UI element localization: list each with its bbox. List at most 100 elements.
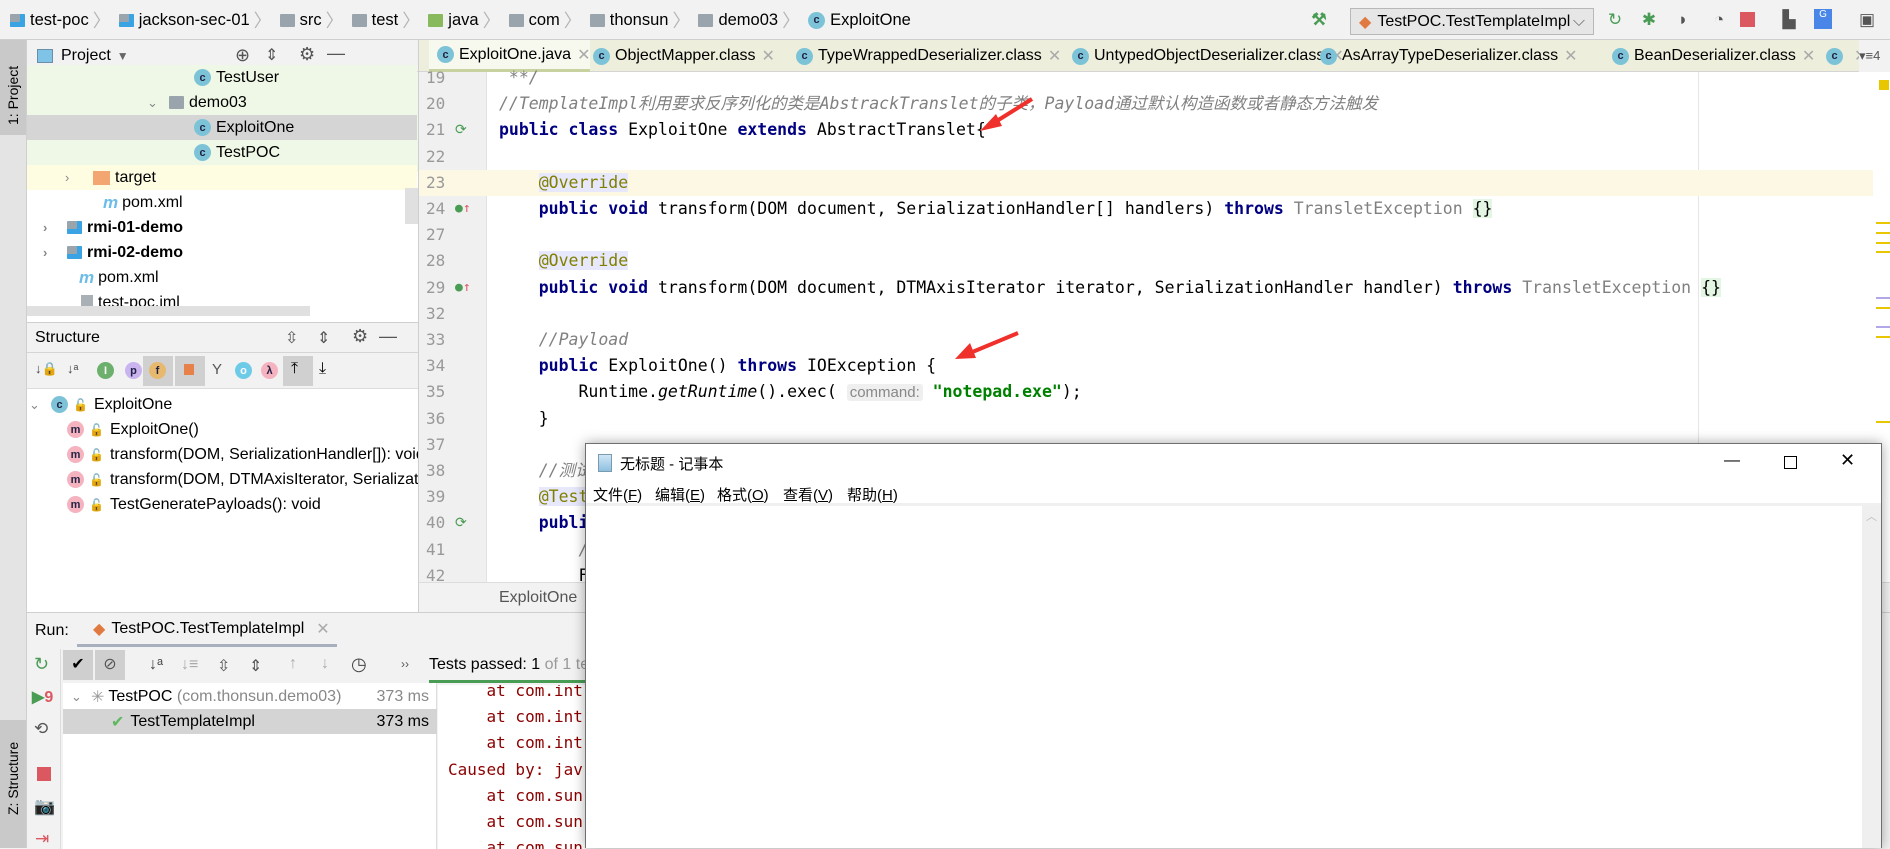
exit-icon[interactable]: ⇥ (35, 829, 49, 849)
run-configuration-dropdown[interactable]: ◆ TestPOC.TestTemplateImpl ⌵ (1350, 8, 1594, 35)
close-tab-icon[interactable]: ✕ (1564, 46, 1577, 66)
breadcrumb-item[interactable]: c ExploitOne (808, 0, 911, 40)
collapse-all-icon[interactable]: ⇕ (265, 45, 278, 65)
maximize-button[interactable] (1784, 456, 1797, 469)
gear-icon[interactable]: ⚙ (352, 326, 368, 347)
code-line[interactable]: 35 Runtime.getRuntime().exec( command: "… (419, 379, 1873, 405)
project-tool-button[interactable]: 1: Project (0, 40, 26, 135)
close-tab-icon[interactable]: ✕ (762, 46, 775, 66)
run-tab[interactable]: ◆ TestPOC.TestTemplateImpl ✕ (77, 613, 337, 647)
run-gutter-icon[interactable]: ⟳ (455, 510, 467, 536)
notepad-text-area[interactable] (586, 506, 1862, 848)
collapse-all-icon[interactable]: ⇕ (317, 328, 330, 348)
code-line[interactable]: 20 //TemplateImpl利用要求反序列化的类是AbstrackTrans… (419, 91, 1873, 117)
project-structure-icon[interactable]: ▙ (1778, 9, 1800, 31)
sort-duration-icon[interactable]: ↓≡ (181, 656, 198, 674)
close-button[interactable]: ✕ (1840, 450, 1855, 471)
profiler-icon[interactable]: ◔ (1708, 9, 1730, 31)
previous-icon[interactable]: ↑ (289, 655, 297, 673)
structure-member[interactable]: m 🔓 ExploitOne() (27, 417, 417, 442)
expand-arrow-icon[interactable]: ⌄ (29, 397, 45, 413)
breadcrumb-item[interactable]: com 〉 (508, 0, 586, 40)
code-line[interactable]: 34 public ExploitOne() throws IOExceptio… (419, 353, 1873, 379)
notepad-menu-item[interactable]: 编辑(E) (655, 484, 705, 505)
notepad-menu-item[interactable]: 格式(O) (717, 484, 769, 505)
rerun-icon[interactable]: ↻ (34, 654, 49, 675)
code-line[interactable]: 21 ⟳ public class ExploitOne extends Abstr… (419, 117, 1873, 143)
structure-member[interactable]: m 🔓 TestGeneratePayloads(): void (27, 492, 417, 517)
dropdown-arrow-icon[interactable]: ▼ (117, 49, 129, 63)
autoscroll-from-source-icon[interactable]: ⤓ (319, 360, 326, 378)
run-gutter-icon[interactable]: ⟳ (455, 117, 467, 143)
tree-item-testpoc[interactable]: c TestPOC (27, 140, 417, 165)
stop-icon[interactable] (1740, 12, 1755, 27)
warning-indicator[interactable] (1879, 80, 1889, 90)
code-line[interactable]: 22 (419, 144, 1873, 170)
structure-tool-button[interactable]: Z: Structure (0, 720, 26, 848)
sort-visibility-icon[interactable]: ↓🔒 (35, 361, 58, 377)
next-icon[interactable]: ↓ (321, 655, 329, 673)
history-icon[interactable]: ◷ (351, 654, 367, 675)
rerun-icon[interactable]: ↻ (1604, 9, 1626, 31)
translate-icon[interactable]: G (1814, 9, 1832, 29)
debug-bug-icon[interactable]: ✱ (1638, 9, 1660, 31)
toggle-autotest-icon[interactable]: ⟲ (34, 719, 48, 739)
coverage-icon[interactable]: ◗ (1672, 9, 1694, 31)
properties-icon[interactable]: p (125, 362, 142, 379)
breadcrumb-item[interactable]: thonsun 〉 (589, 0, 695, 40)
close-tab-icon[interactable]: ✕ (1802, 46, 1815, 66)
breadcrumb-item[interactable]: test-poc 〉 (10, 0, 115, 40)
minimize-button[interactable]: — (1724, 452, 1740, 470)
non-public-icon[interactable] (184, 364, 194, 375)
camera-icon[interactable]: 📷 (34, 797, 55, 817)
code-line[interactable]: 32 (419, 301, 1873, 327)
hide-icon[interactable]: — (327, 43, 345, 64)
stop-icon[interactable] (37, 767, 51, 781)
hide-icon[interactable]: — (379, 326, 397, 347)
implements-method-icon[interactable]: ●↑ (455, 275, 471, 301)
scroll-up-icon[interactable]: ︿ (1866, 508, 1877, 524)
sort-alpha-icon[interactable]: ↓ᵃ (149, 656, 163, 674)
breadcrumb-item[interactable]: java 〉 (428, 0, 504, 40)
notepad-menu-item[interactable]: 文件(F) (593, 484, 642, 505)
code-line[interactable]: 24 ●↑ public void transform(DOM document,… (419, 196, 1873, 222)
structure-member[interactable]: m 🔓 transform(DOM, SerializationHandler[])… (27, 442, 418, 467)
expand-arrow-icon[interactable]: ⌄ (147, 95, 163, 111)
fields-icon[interactable]: f (149, 362, 166, 379)
gear-icon[interactable]: ⚙ (299, 44, 315, 65)
lambda-icon[interactable]: λ (261, 362, 278, 379)
tree-item-demo03[interactable]: ⌄ demo03 (27, 90, 417, 115)
show-lambdas-icon[interactable]: o (235, 362, 252, 379)
expand-arrow-icon[interactable]: › (65, 170, 81, 185)
rerun-failed-icon[interactable]: ▶9 (32, 687, 53, 707)
test-case-row[interactable]: ✔ TestTemplateImpl 373 ms (63, 709, 437, 734)
notepad-vertical-scrollbar[interactable]: ︿ (1862, 506, 1881, 848)
more-icon[interactable]: ›› (401, 657, 409, 671)
code-line[interactable]: 27 (419, 222, 1873, 248)
anonymous-classes-icon[interactable]: Y (212, 361, 222, 378)
breadcrumb-item[interactable]: jackson-sec-01 〉 (118, 0, 276, 40)
notepad-menu-item[interactable]: 帮助(H) (847, 484, 898, 505)
inherited-icon[interactable]: I (97, 362, 114, 379)
expand-arrow-icon[interactable]: › (43, 245, 59, 260)
sort-alpha-icon[interactable]: ↓ᵃ (67, 361, 78, 376)
close-icon[interactable]: ✕ (316, 619, 329, 639)
code-line[interactable]: 36 } (419, 406, 1873, 432)
editor-breadcrumb-item[interactable]: ExploitOne (499, 589, 577, 607)
tree-item-rmi-02-demo[interactable]: › rmi-02-demo (27, 240, 417, 265)
tree-item-rmi-01-demo[interactable]: › rmi-01-demo (27, 215, 417, 240)
structure-root[interactable]: ⌄ c 🔓 ExploitOne (27, 392, 417, 417)
breadcrumb-item[interactable]: demo03 〉 (698, 0, 804, 40)
breadcrumb-item[interactable]: src 〉 (279, 0, 348, 40)
expand-arrow-icon[interactable]: ⌄ (71, 689, 87, 705)
expand-all-icon[interactable]: ⇳ (217, 656, 230, 676)
console-output[interactable]: at com.int at com.int at com.int Caused b… (438, 685, 585, 849)
build-hammer-icon[interactable]: ⚒ (1308, 9, 1330, 31)
close-tab-icon[interactable]: ✕ (1048, 46, 1061, 66)
show-ignored-icon[interactable]: ⊘ (95, 650, 125, 680)
code-line[interactable]: 19 **/ (419, 65, 1873, 91)
expand-all-icon[interactable]: ⇳ (285, 328, 298, 348)
horizontal-scrollbar[interactable] (27, 306, 310, 316)
code-line[interactable]: 33 //Payload (419, 327, 1873, 353)
project-view-selector[interactable]: Project (61, 47, 111, 65)
